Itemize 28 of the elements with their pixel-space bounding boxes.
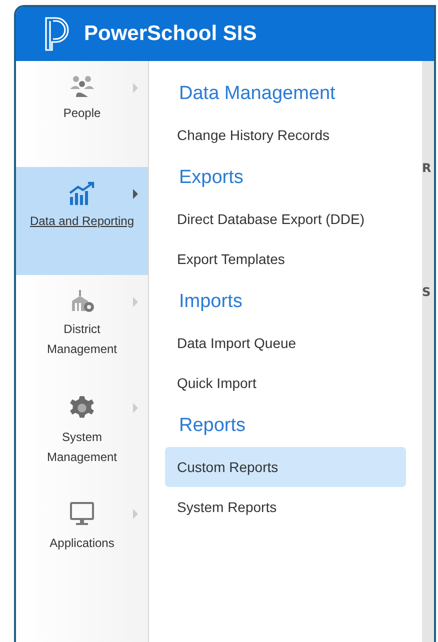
caret-icon — [133, 83, 138, 93]
sidebar-item[interactable]: Data and Reporting — [16, 167, 148, 275]
chart-icon — [68, 181, 96, 205]
monitor-icon — [69, 501, 95, 527]
menu-item[interactable]: Custom Reports — [165, 447, 406, 487]
caret-icon — [133, 509, 138, 519]
section-heading: Exports — [179, 167, 244, 189]
caret-icon — [133, 403, 138, 413]
people-icon — [68, 75, 96, 97]
sidebar-item[interactable]: System Management — [16, 381, 148, 487]
sidebar-item[interactable]: District Management — [16, 275, 148, 381]
menu-item[interactable]: Quick Import — [165, 363, 406, 403]
sidebar-item[interactable]: People — [16, 61, 148, 167]
menu-item[interactable]: Data Import Queue — [165, 323, 406, 363]
gear-icon — [69, 395, 95, 421]
app-title: PowerSchool SIS — [84, 22, 257, 46]
section-heading: Reports — [179, 415, 247, 437]
menu-item[interactable]: Change History Records — [165, 115, 406, 155]
section-heading: Imports — [179, 291, 244, 313]
sidebar-item[interactable]: Applications — [16, 487, 148, 593]
caret-icon — [133, 297, 138, 307]
page-letter: R — [422, 161, 432, 175]
caret-icon — [133, 189, 138, 199]
menu-item[interactable]: Direct Database Export (DDE) — [165, 199, 406, 239]
section-heading: Data Management — [179, 83, 336, 105]
menu-item[interactable]: Export Templates — [165, 239, 406, 279]
menu-item[interactable]: System Reports — [165, 487, 406, 527]
page-letter: S — [422, 285, 432, 299]
